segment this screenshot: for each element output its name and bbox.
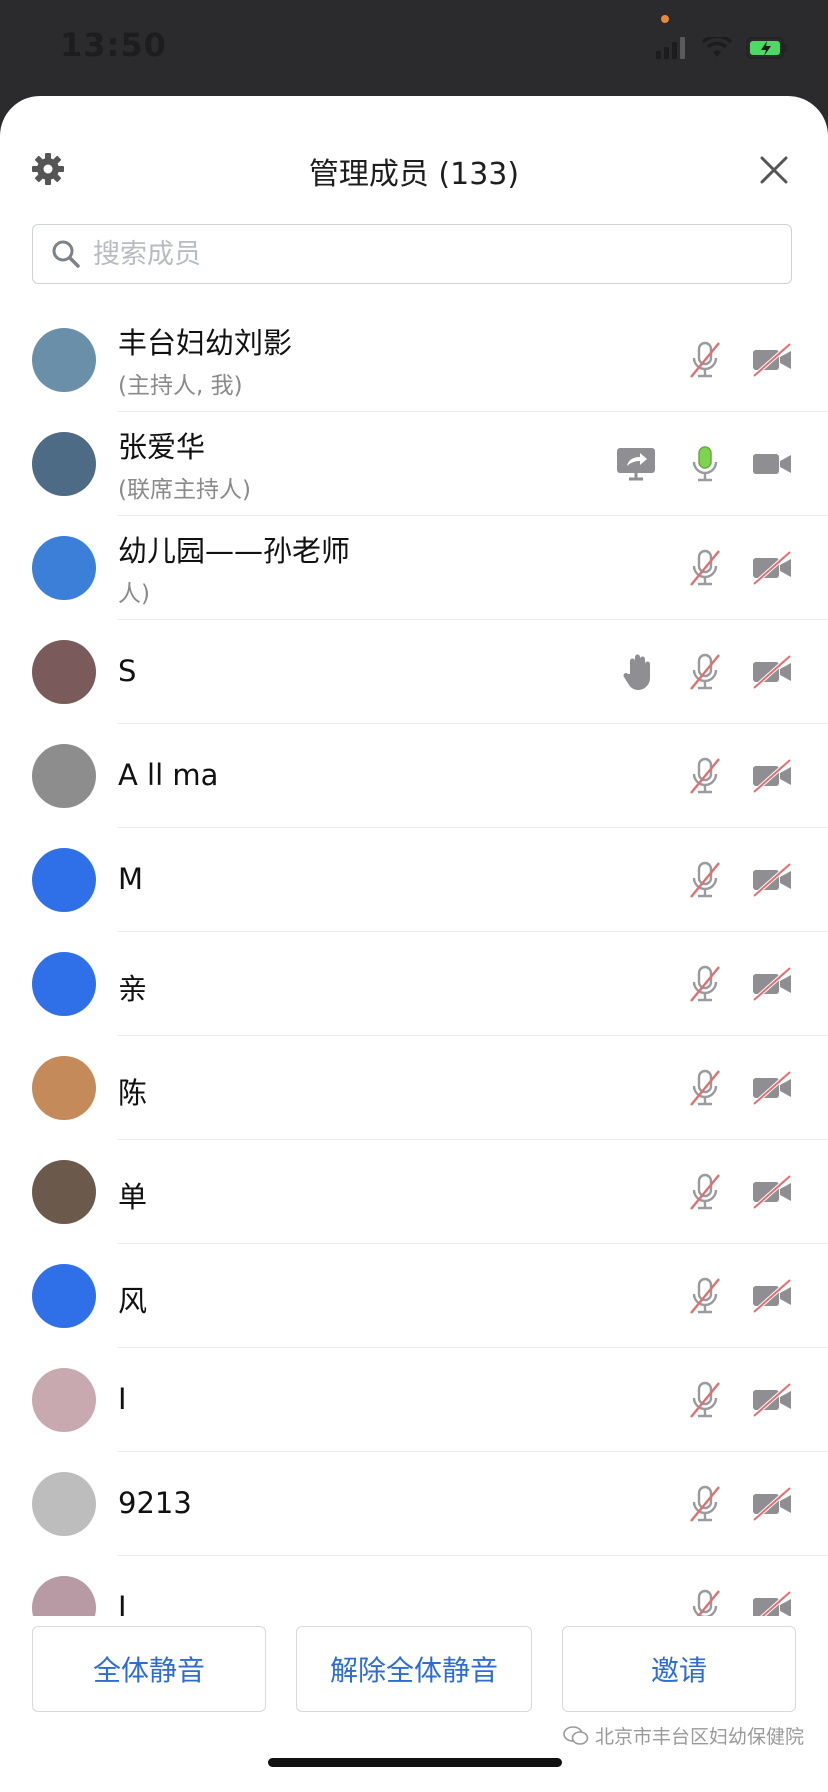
mic-muted-icon[interactable] — [686, 1484, 724, 1524]
mic-active-icon[interactable] — [686, 444, 724, 484]
camera-off-icon[interactable] — [750, 548, 794, 588]
battery-charging-icon — [746, 37, 787, 59]
avatar — [32, 328, 96, 392]
member-role: 人) — [118, 581, 150, 607]
member-name: 单 — [118, 1180, 148, 1214]
avatar — [32, 952, 96, 1016]
page-title: 管理成员 (133) — [308, 157, 520, 192]
mute-all-button[interactable]: 全体静音 — [32, 1626, 266, 1712]
member-name: 风 — [118, 1284, 148, 1318]
privacy-indicator-dot — [661, 15, 669, 23]
signal-icon — [656, 37, 685, 59]
avatar — [32, 1160, 96, 1224]
search-box[interactable] — [32, 224, 792, 284]
member-row[interactable]: 风 — [0, 1244, 828, 1348]
wechat-icon — [563, 1725, 589, 1745]
camera-off-icon[interactable] — [750, 1172, 794, 1212]
watermark: 北京市丰台区妇幼保健院 — [563, 1722, 804, 1749]
member-row[interactable]: 9213 — [0, 1452, 828, 1556]
avatar — [32, 744, 96, 808]
status-icons — [656, 34, 788, 62]
avatar — [32, 1368, 96, 1432]
member-row[interactable]: 幼儿园——孙老师人) — [0, 516, 828, 620]
avatar — [32, 640, 96, 704]
member-row[interactable]: 丰台妇幼刘影 (主持人, 我) — [0, 308, 828, 412]
mic-muted-icon[interactable] — [686, 756, 724, 796]
mic-muted-icon[interactable] — [686, 340, 724, 380]
member-row[interactable]: 张爱华 (联席主持人) — [0, 412, 828, 516]
manage-members-sheet: 管理成员 (133) 丰台妇幼刘影 (主持人, 我) 张爱华 (联席主持人) 幼儿园——… — [0, 96, 828, 1792]
camera-off-icon[interactable] — [750, 1276, 794, 1316]
member-name: 陈 — [118, 1076, 148, 1110]
watermark-text: 北京市丰台区妇幼保健院 — [594, 1726, 804, 1748]
camera-off-icon[interactable] — [750, 756, 794, 796]
camera-off-icon[interactable] — [750, 652, 794, 692]
mic-muted-icon[interactable] — [686, 1068, 724, 1108]
avatar — [32, 848, 96, 912]
sheet-header: 管理成员 (133) — [0, 96, 828, 226]
wifi-icon — [702, 37, 732, 57]
member-row[interactable]: I — [0, 1348, 828, 1452]
invite-button[interactable]: 邀请 — [562, 1626, 796, 1712]
close-icon[interactable] — [760, 156, 788, 184]
member-row[interactable]: M — [0, 828, 828, 932]
member-row[interactable]: S — [0, 620, 828, 724]
member-role: (主持人, 我) — [118, 373, 243, 399]
member-role: (联席主持人) — [118, 477, 251, 503]
member-row[interactable]: 亲 — [0, 932, 828, 1036]
camera-off-icon[interactable] — [750, 340, 794, 380]
member-row[interactable]: 陈 — [0, 1036, 828, 1140]
home-indicator — [268, 1758, 562, 1767]
unmute-all-button[interactable]: 解除全体静音 — [296, 1626, 532, 1712]
member-list: 丰台妇幼刘影 (主持人, 我) 张爱华 (联席主持人) 幼儿园——孙老师人) S A ll … — [0, 308, 828, 1660]
camera-off-icon[interactable] — [750, 1484, 794, 1524]
member-name: 张爱华 — [118, 430, 206, 464]
raise-hand-icon — [620, 652, 658, 692]
avatar — [32, 432, 96, 496]
camera-off-icon[interactable] — [750, 1068, 794, 1108]
mic-muted-icon[interactable] — [686, 964, 724, 1004]
member-name: M — [118, 862, 144, 896]
camera-on-icon[interactable] — [750, 444, 794, 484]
member-name: S — [118, 654, 137, 688]
camera-off-icon[interactable] — [750, 964, 794, 1004]
member-name: 亲 — [118, 972, 148, 1006]
avatar — [32, 1472, 96, 1536]
avatar — [32, 1056, 96, 1120]
status-time: 13:50 — [60, 26, 167, 64]
member-name: 丰台妇幼刘影 — [118, 326, 293, 360]
mic-muted-icon[interactable] — [686, 1276, 724, 1316]
mic-muted-icon[interactable] — [686, 1172, 724, 1212]
status-bar: 13:50 — [0, 0, 828, 96]
member-name: 幼儿园——孙老师 — [118, 534, 351, 568]
camera-off-icon[interactable] — [750, 860, 794, 900]
avatar — [32, 536, 96, 600]
mic-muted-icon[interactable] — [686, 860, 724, 900]
member-name: 9213 — [118, 1486, 192, 1520]
camera-off-icon[interactable] — [750, 1380, 794, 1420]
search-icon — [52, 240, 80, 268]
member-row[interactable]: 单 — [0, 1140, 828, 1244]
mic-muted-icon[interactable] — [686, 548, 724, 588]
member-name: A ll ma — [118, 758, 219, 792]
mic-muted-icon[interactable] — [686, 1380, 724, 1420]
avatar — [32, 1264, 96, 1328]
mic-muted-icon[interactable] — [686, 652, 724, 692]
member-name: I — [118, 1382, 127, 1416]
search-input[interactable] — [91, 237, 695, 271]
member-row[interactable]: A ll ma — [0, 724, 828, 828]
screen-share-icon — [614, 444, 658, 484]
